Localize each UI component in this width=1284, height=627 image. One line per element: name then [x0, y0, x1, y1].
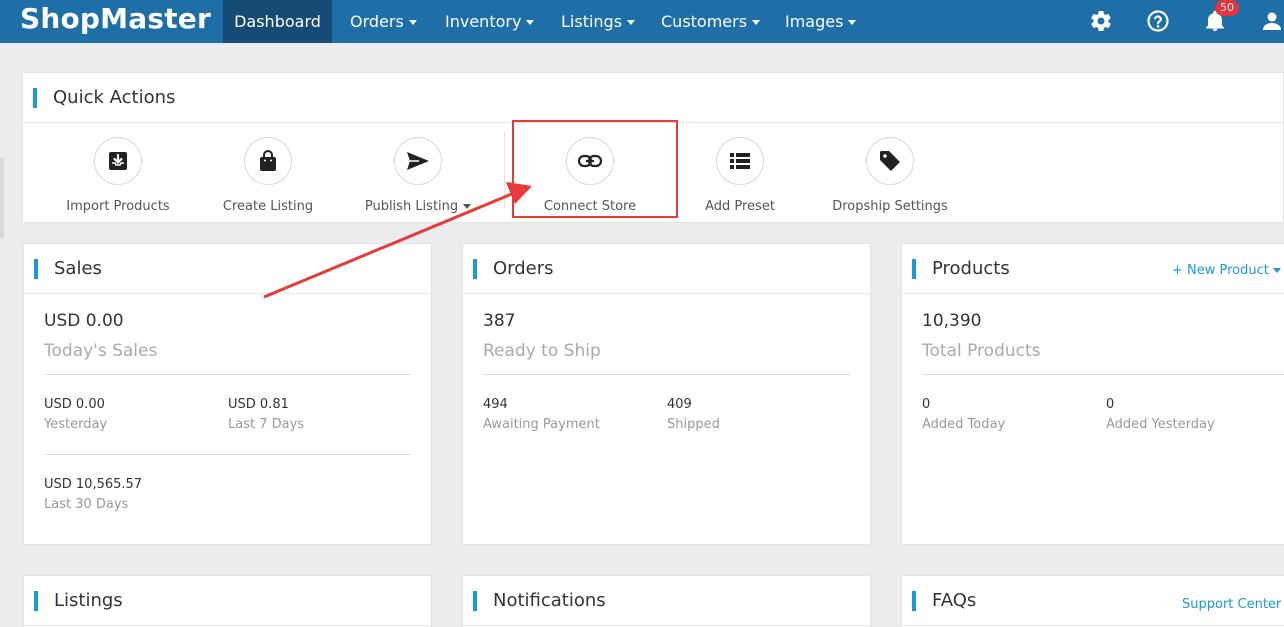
nav-dashboard[interactable]: Dashboard	[223, 0, 332, 43]
listings-title: Listings	[54, 590, 123, 611]
accent-bar	[33, 88, 37, 108]
sales-header: Sales	[24, 244, 431, 294]
total-products-label: Total Products	[922, 341, 1041, 361]
divider	[44, 374, 411, 375]
list-icon	[716, 137, 764, 185]
awaiting-payment-label: Awaiting Payment	[483, 417, 600, 432]
import-products-label: Import Products	[66, 199, 170, 214]
nav-inventory-label: Inventory	[445, 12, 522, 31]
shipped-value[interactable]: 409	[667, 397, 692, 412]
chevron-down-icon	[848, 20, 857, 25]
user-icon[interactable]	[1260, 9, 1284, 33]
chevron-down-icon	[463, 204, 472, 209]
products-title: Products	[932, 258, 1010, 279]
top-navbar: ShopMaster Dashboard Orders Inventory Li…	[0, 0, 1284, 43]
quick-actions-title: Quick Actions	[53, 87, 176, 108]
faqs-panel: FAQs Support Center	[901, 575, 1284, 627]
send-icon	[394, 137, 442, 185]
gear-icon[interactable]	[1089, 9, 1113, 33]
added-yesterday-value: 0	[1106, 397, 1115, 412]
divider	[483, 374, 850, 375]
sales-title: Sales	[54, 258, 102, 279]
orders-panel: Orders 387 Ready to Ship 494 Awaiting Pa…	[462, 243, 871, 545]
accent-bar	[473, 259, 477, 279]
create-listing-label: Create Listing	[222, 199, 314, 214]
accent-bar	[912, 259, 916, 279]
awaiting-payment-value[interactable]: 494	[483, 397, 508, 412]
last30-sales-value: USD 10,565.57	[44, 477, 143, 492]
shipped-label: Shipped	[667, 417, 720, 432]
faqs-header: FAQs Support Center	[902, 576, 1284, 626]
chevron-down-icon	[627, 20, 636, 25]
yesterday-sales-label: Yesterday	[44, 417, 108, 432]
notifications-panel: Notifications	[462, 575, 871, 627]
ready-to-ship-value[interactable]: 387	[483, 311, 515, 331]
nav-customers[interactable]: Customers	[661, 0, 761, 43]
connect-store-highlight	[512, 120, 678, 218]
divider	[44, 454, 411, 455]
brand-logo[interactable]: ShopMaster	[20, 2, 211, 35]
products-panel: Products + New Product 10,390 Total Prod…	[901, 243, 1284, 545]
nav-listings-label: Listings	[561, 12, 623, 31]
todays-sales-label: Today's Sales	[44, 341, 158, 361]
nav-images-label: Images	[785, 12, 844, 31]
publish-listing-button[interactable]: Publish Listing	[343, 137, 493, 214]
nav-dashboard-label: Dashboard	[234, 12, 321, 31]
notifications-title: Notifications	[493, 590, 606, 611]
publish-listing-label: Publish Listing	[343, 199, 493, 214]
chevron-down-icon	[408, 20, 417, 25]
import-icon	[94, 137, 142, 185]
accent-bar	[34, 591, 38, 611]
nav-images[interactable]: Images	[785, 0, 857, 43]
divider	[922, 374, 1284, 375]
listings-panel: Listings	[23, 575, 432, 627]
todays-sales-value: USD 0.00	[44, 311, 124, 331]
quick-actions-header: Quick Actions	[23, 73, 1283, 123]
added-today-value: 0	[922, 397, 931, 412]
nav-listings[interactable]: Listings	[561, 0, 636, 43]
nav-inventory[interactable]: Inventory	[445, 0, 535, 43]
chevron-down-icon	[752, 20, 761, 25]
last7-sales-value: USD 0.81	[228, 397, 289, 412]
last30-sales-label: Last 30 Days	[44, 497, 129, 512]
products-header: Products + New Product	[902, 244, 1284, 294]
add-preset-label: Add Preset	[705, 199, 775, 214]
import-products-button[interactable]: Import Products	[43, 137, 193, 214]
accent-bar	[34, 259, 38, 279]
new-product-button[interactable]: + New Product	[1172, 263, 1281, 278]
ready-to-ship-label: Ready to Ship	[483, 341, 601, 361]
dropship-settings-button[interactable]: Dropship Settings	[815, 137, 965, 214]
notifications-header: Notifications	[463, 576, 870, 626]
chevron-down-icon	[526, 20, 535, 25]
accent-bar	[473, 591, 477, 611]
orders-title: Orders	[493, 258, 554, 279]
add-preset-button[interactable]: Add Preset	[665, 137, 815, 214]
create-listing-button[interactable]: Create Listing	[193, 137, 343, 214]
tag-icon	[866, 137, 914, 185]
quick-actions-divider	[504, 132, 505, 208]
total-products-value[interactable]: 10,390	[922, 311, 981, 331]
publish-listing-text: Publish Listing	[364, 199, 459, 214]
listings-header: Listings	[24, 576, 431, 626]
shopping-bag-icon	[244, 137, 292, 185]
help-icon[interactable]	[1146, 9, 1170, 33]
nav-orders-label: Orders	[350, 12, 404, 31]
added-yesterday-label: Added Yesterday	[1106, 417, 1215, 432]
support-center-link[interactable]: Support Center	[1182, 597, 1281, 612]
last7-sales-label: Last 7 Days	[228, 417, 305, 432]
nav-orders[interactable]: Orders	[350, 0, 417, 43]
nav-customers-label: Customers	[661, 12, 748, 31]
yesterday-sales-value: USD 0.00	[44, 397, 105, 412]
added-today-label: Added Today	[922, 417, 1006, 432]
accent-bar	[912, 591, 916, 611]
orders-header: Orders	[463, 244, 870, 294]
dropship-settings-label: Dropship Settings	[832, 199, 948, 214]
new-product-label: + New Product	[1172, 263, 1269, 278]
sales-panel: Sales USD 0.00 Today's Sales USD 0.00 Ye…	[23, 243, 432, 545]
notification-badge: 50	[1215, 0, 1239, 16]
chevron-down-icon	[1272, 268, 1281, 273]
left-edge-handle	[0, 158, 4, 238]
faqs-title: FAQs	[932, 590, 977, 611]
